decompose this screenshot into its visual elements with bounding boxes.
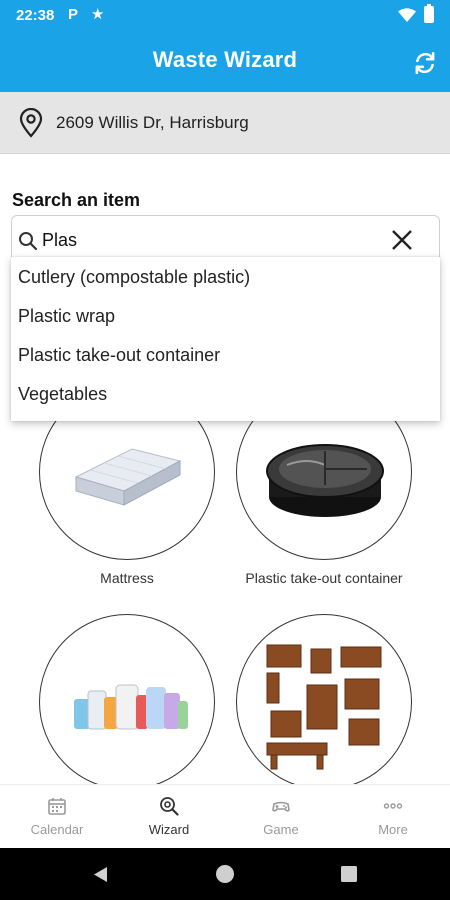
back-icon[interactable]: [92, 866, 108, 883]
bottom-nav: Calendar Wizard Game More: [0, 784, 450, 848]
app-bar: 22:38 P ★ Waste Wizard: [0, 0, 450, 92]
nav-game[interactable]: Game: [225, 785, 337, 849]
nav-label: Wizard: [148, 822, 190, 837]
address-bar[interactable]: 2609 Willis Dr, Harrisburg: [0, 92, 450, 154]
item-label: Plastic take-out container: [245, 570, 403, 586]
status-bar: 22:38 P ★: [0, 0, 450, 32]
nav-wizard[interactable]: Wizard: [113, 785, 225, 849]
item-plastic-bottles[interactable]: [39, 614, 215, 790]
suggestion-item[interactable]: Cutlery (compostable plastic): [11, 260, 440, 299]
item-label: Mattress: [100, 570, 154, 586]
search-label: Search an item: [12, 190, 141, 210]
furniture-image: [266, 644, 382, 770]
suggestions-dropdown: Cutlery (compostable plastic) Plastic wr…: [11, 257, 440, 421]
nav-label: Calendar: [30, 822, 84, 837]
item-furniture[interactable]: [236, 614, 412, 790]
nav-label: Game: [263, 822, 299, 837]
nav-more[interactable]: More: [337, 785, 449, 849]
star-icon: ★: [91, 6, 105, 23]
close-icon[interactable]: [390, 228, 414, 252]
plastic-bottles-image: [74, 684, 188, 730]
suggestion-item[interactable]: Plastic take-out container: [11, 338, 440, 377]
page-title: Waste Wizard: [152, 47, 298, 72]
suggestion-item[interactable]: Vegetables: [11, 377, 440, 416]
recents-icon[interactable]: [341, 866, 357, 882]
system-navigation-bar: [0, 848, 450, 900]
suggestion-item[interactable]: Plastic wrap: [11, 299, 440, 338]
search-value[interactable]: Plas: [42, 230, 77, 251]
game-icon: [272, 801, 290, 812]
more-icon: [383, 803, 403, 809]
wifi-icon: [398, 8, 416, 22]
battery-icon: [424, 4, 434, 23]
wizard-icon: [160, 797, 179, 816]
home-icon[interactable]: [215, 864, 235, 884]
parking-icon: P: [68, 6, 79, 23]
nav-label: More: [378, 822, 408, 837]
status-time: 22:38: [16, 7, 55, 24]
refresh-icon[interactable]: [412, 50, 438, 76]
calendar-icon: [48, 798, 66, 815]
search-icon: [19, 232, 38, 251]
address-text: 2609 Willis Dr, Harrisburg: [56, 113, 249, 132]
map-pin-icon: [19, 108, 43, 138]
nav-calendar[interactable]: Calendar: [1, 785, 113, 849]
